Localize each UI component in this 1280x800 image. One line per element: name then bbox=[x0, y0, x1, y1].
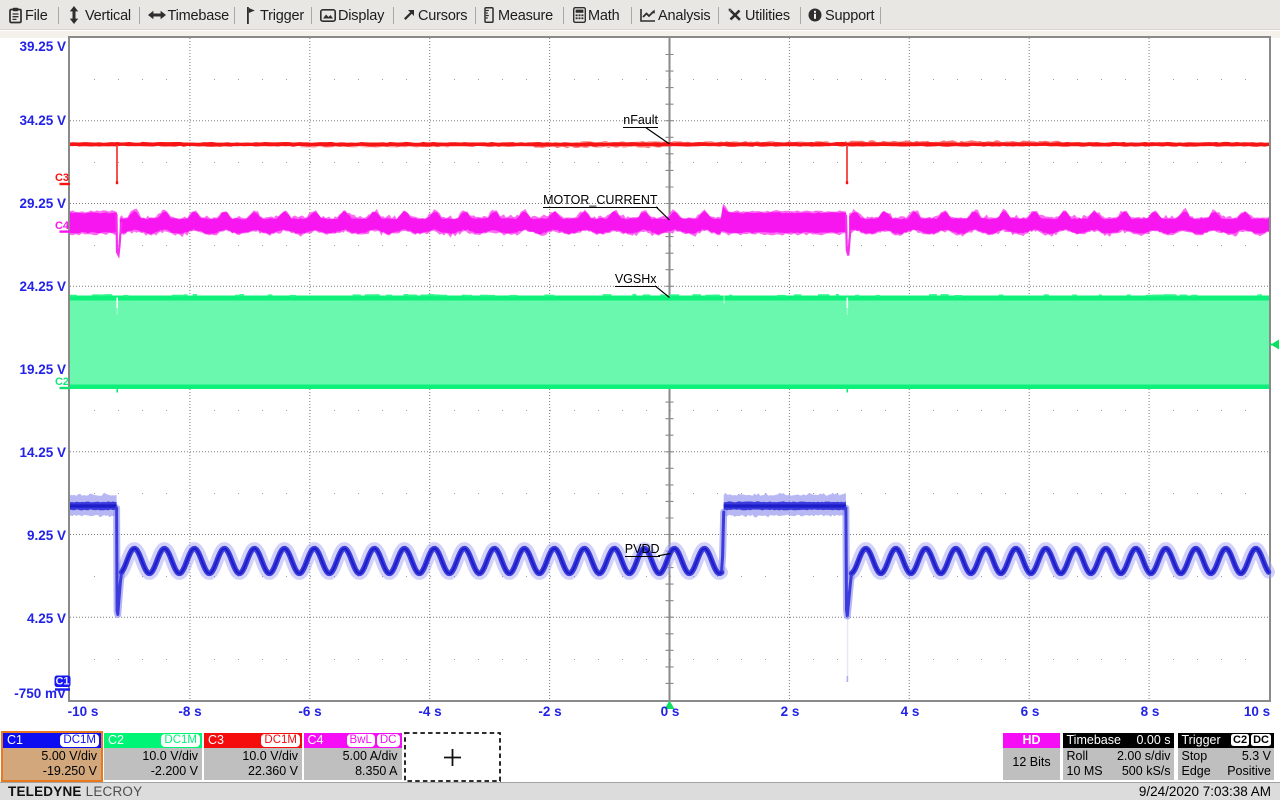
svg-text:C4: C4 bbox=[55, 220, 70, 232]
svg-text:C3: C3 bbox=[55, 172, 69, 184]
svg-text:C2: C2 bbox=[55, 376, 69, 388]
